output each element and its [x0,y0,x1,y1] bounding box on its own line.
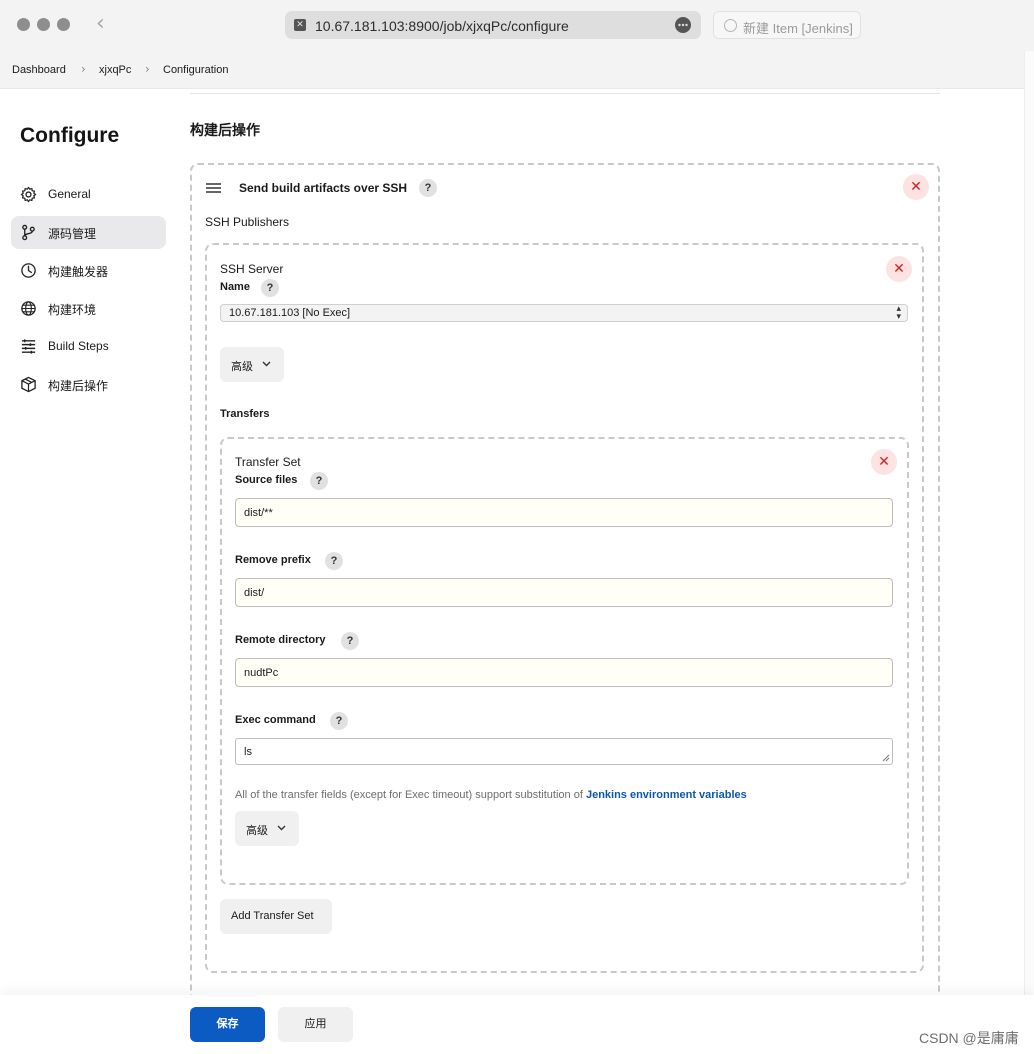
list-icon [21,339,36,354]
publisher-title: Send build artifacts over SSH [239,181,408,195]
jenkins-favicon-icon [724,19,737,32]
bottom-action-bar [0,995,1034,1054]
transfer-info-body: All of the transfer fields (except for E… [235,789,586,801]
transfer-advanced-button[interactable]: 高级 [235,811,299,846]
sidebar-item-build-triggers[interactable]: 构建触发器 [11,254,166,287]
window-zoom-dot[interactable] [57,18,70,31]
apply-button[interactable]: 应用 [278,1007,353,1042]
advanced-label: 高级 [246,825,268,837]
resize-grip-icon[interactable] [882,754,890,762]
advanced-label: 高级 [231,361,253,373]
ellipsis-icon [678,23,688,27]
source-files-value: dist/** [244,507,273,519]
remote-directory-label: Remote directory [235,634,326,646]
breadcrumb-separator-icon: › [145,62,150,76]
breadcrumb-configuration[interactable]: Configuration [163,64,228,76]
sidebar-item-build-environment[interactable]: 构建环境 [11,292,166,325]
delete-publisher-button[interactable]: ✕ [903,174,929,200]
exec-command-label: Exec command [235,714,316,726]
gear-icon [20,186,37,203]
add-transfer-set-button[interactable]: Add Transfer Set [220,899,332,934]
sidebar-item-post-build[interactable]: 构建后操作 [11,368,166,401]
ssh-server-heading: SSH Server [220,262,284,276]
sidebar-item-general[interactable]: General [11,178,166,211]
help-icon[interactable]: ? [325,552,343,570]
chevron-down-icon [262,361,271,367]
help-icon[interactable]: ? [310,472,328,490]
browser-toolbar: ‹ ✕ 10.67.181.103:8900/job/xjxqPc/config… [0,0,1034,51]
remove-prefix-value: dist/ [244,587,265,599]
section-title: 构建后操作 [190,122,260,138]
help-icon[interactable]: ? [261,279,279,297]
ssh-publishers-heading: SSH Publishers [205,215,290,229]
remote-directory-input[interactable]: nudtPc [235,658,893,687]
exec-command-textarea[interactable]: ls [235,738,893,765]
help-icon[interactable]: ? [330,712,348,730]
globe-icon [21,301,36,316]
address-bar[interactable]: ✕ 10.67.181.103:8900/job/xjxqPc/configur… [285,11,701,39]
tab-title: 新建 Item [Jenkins] [743,21,853,36]
drag-handle-icon[interactable] [205,181,223,195]
sidebar-item-label: 源码管理 [48,227,97,241]
sidebar-item-label: 构建后操作 [48,379,109,393]
sidebar-item-label: 构建环境 [48,303,97,317]
source-files-label: Source files [235,474,298,486]
clock-icon [21,263,36,278]
save-button[interactable]: 保存 [190,1007,265,1042]
window-minimize-dot[interactable] [37,18,50,31]
browser-tab[interactable]: 新建 Item [Jenkins] [713,11,861,39]
transfers-label: Transfers [220,408,270,420]
watermark-text: CSDN @是庸庸 [919,1030,1019,1046]
sidebar-item-label: General [48,187,91,201]
server-name-label: Name [220,281,250,293]
transfer-set-heading: Transfer Set [235,455,301,469]
git-branch-icon [22,224,35,241]
breadcrumb-dashboard[interactable]: Dashboard [12,64,66,76]
sidebar-item-label: 构建触发器 [48,265,109,279]
more-options-icon[interactable] [675,17,691,33]
transfer-info-text: All of the transfer fields (except for E… [235,789,747,801]
breadcrumb: Dashboard › xjxqPc › Configuration [0,51,1034,89]
source-files-input[interactable]: dist/** [235,498,893,527]
help-icon[interactable]: ? [341,632,359,650]
server-name-selected: 10.67.181.103 [No Exec] [229,307,351,319]
page-scrollbar[interactable] [1024,51,1034,1054]
server-advanced-button[interactable]: 高级 [220,347,284,382]
sidebar-item-source-control[interactable]: 源码管理 [11,216,166,249]
page-title: Configure [20,124,120,147]
window-close-dot[interactable] [17,18,30,31]
chevron-down-icon [277,825,286,831]
delete-server-button[interactable]: ✕ [886,256,912,282]
env-variables-link[interactable]: Jenkins environment variables [586,789,747,801]
remote-directory-value: nudtPc [244,667,279,679]
section-divider [190,93,940,94]
delete-transfer-set-button[interactable]: ✕ [871,449,897,475]
site-info-icon[interactable]: ✕ [294,19,306,31]
back-icon[interactable]: ‹ [96,13,105,35]
sidebar-item-build-steps[interactable]: Build Steps [11,330,166,363]
remove-prefix-label: Remove prefix [235,554,311,566]
package-icon [21,376,36,393]
server-name-select[interactable]: 10.67.181.103 [No Exec] ▴ ▾ [220,304,908,322]
select-arrows-icon: ▴ ▾ [896,304,901,322]
sidebar-item-label: Build Steps [48,339,109,353]
exec-command-value: ls [244,746,252,758]
help-icon[interactable]: ? [419,179,437,197]
add-transfer-set-label: Add Transfer Set [231,910,314,922]
breadcrumb-separator-icon: › [81,62,86,76]
breadcrumb-job[interactable]: xjxqPc [99,64,131,76]
remove-prefix-input[interactable]: dist/ [235,578,893,607]
url-text[interactable]: 10.67.181.103:8900/job/xjxqPc/configure [315,18,569,34]
